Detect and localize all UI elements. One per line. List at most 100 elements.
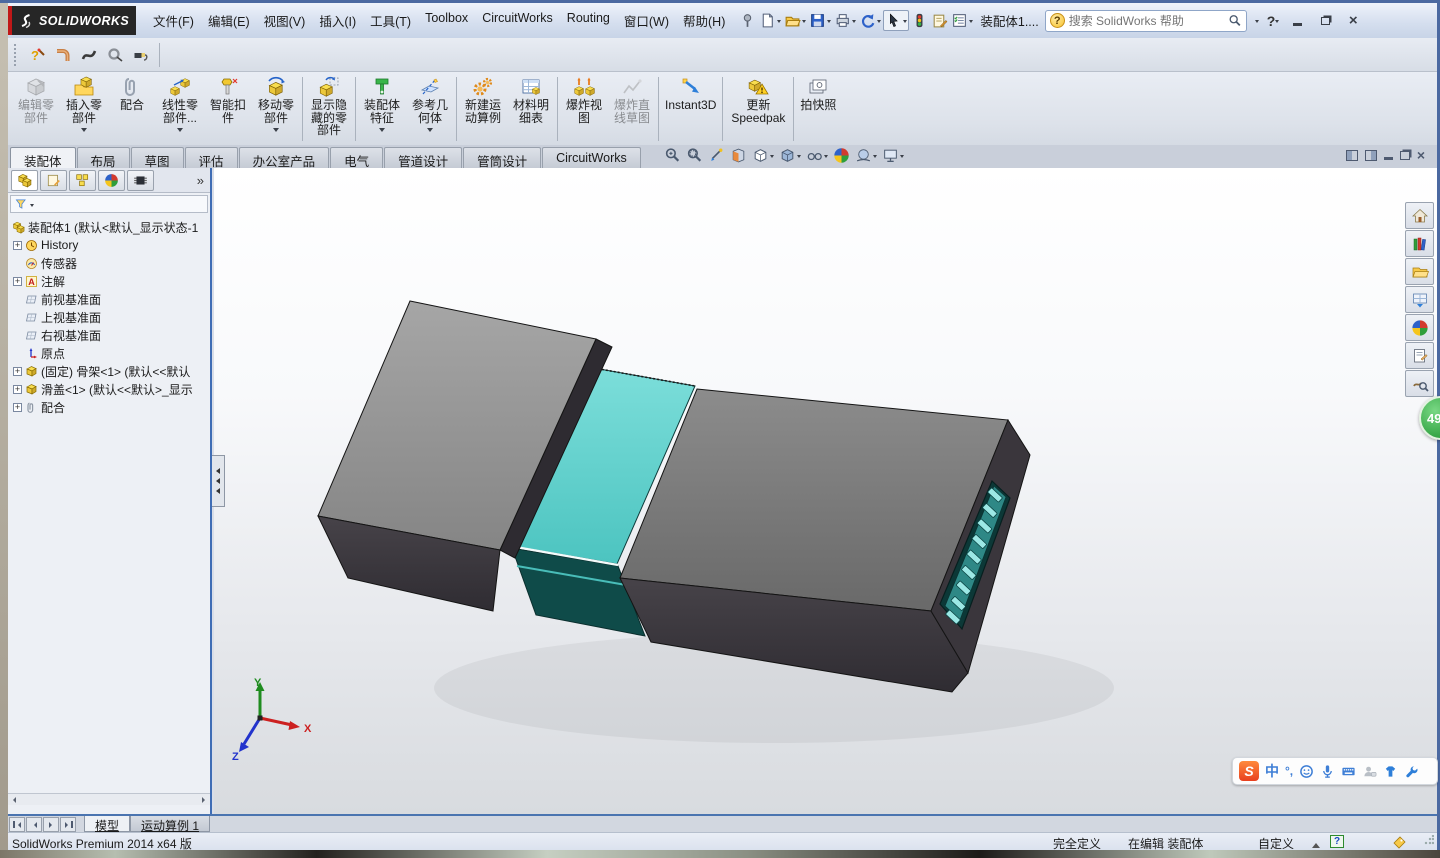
ribbon-button-explode-line-sketch[interactable]: 爆炸直线草图 [608, 74, 656, 144]
menu-view[interactable]: 视图(V) [257, 7, 313, 34]
pipe-route-icon[interactable] [50, 42, 76, 68]
ime-skin-icon[interactable] [1383, 764, 1398, 779]
dropdown-icon[interactable] [379, 128, 385, 135]
menu-file[interactable]: 文件(F) [146, 7, 201, 34]
hide-show-items-icon[interactable] [806, 147, 828, 164]
menu-window[interactable]: 窗口(W) [617, 7, 676, 34]
apply-scene-icon[interactable] [855, 147, 877, 164]
flexible-tube-icon[interactable] [76, 42, 102, 68]
view-orientation-icon[interactable] [752, 147, 774, 164]
close-button[interactable]: × [1343, 13, 1363, 29]
search-input[interactable] [1068, 13, 1224, 28]
tree-item-annotations[interactable]: + 注解 [8, 272, 210, 290]
tab-evaluate[interactable]: 评估 [184, 147, 238, 169]
view-palette-icon[interactable] [1405, 286, 1434, 313]
panel-overflow-chevron[interactable]: » [197, 173, 207, 188]
expand-icon[interactable]: + [13, 240, 22, 250]
dropdown-icon[interactable] [273, 128, 279, 135]
print-button[interactable] [833, 11, 857, 30]
ribbon-button-edit-component[interactable]: 编辑零部件 [12, 74, 60, 144]
search-icon[interactable] [1228, 14, 1242, 28]
tree-item-origin[interactable]: 原点 [8, 344, 210, 362]
tree-item-slider-part[interactable]: + 滑盖<1> (默认<<默认>_显示 [8, 380, 210, 398]
panel-horizontal-scrollbar[interactable] [8, 793, 210, 805]
expand-icon[interactable]: + [13, 276, 22, 286]
tab-electrical[interactable]: 电气 [330, 147, 384, 169]
menu-insert[interactable]: 插入(I) [312, 7, 363, 34]
last-study-button[interactable] [60, 817, 76, 832]
circuitworks-tab[interactable] [127, 169, 154, 191]
restore-button[interactable] [1315, 13, 1335, 29]
dropdown-icon[interactable] [900, 155, 904, 160]
new-document-button[interactable] [758, 11, 782, 30]
tab-piping[interactable]: 管道设计 [384, 147, 463, 169]
display-manager-tab[interactable] [98, 169, 125, 191]
ribbon-button-reference-geometry[interactable]: 参考几何体 [406, 74, 454, 144]
tree-item-front-plane[interactable]: 前视基准面 [8, 290, 210, 308]
pin-menu-icon[interactable] [738, 11, 757, 30]
units-dropdown-icon[interactable] [1312, 839, 1320, 848]
quick-tips-icon[interactable]: ? [1330, 835, 1344, 848]
tree-item-right-plane[interactable]: 右视基准面 [8, 326, 210, 344]
filter-dropdown-icon[interactable] [30, 203, 34, 209]
section-view-icon[interactable] [730, 147, 747, 164]
menu-help[interactable]: 帮助(H) [676, 7, 732, 34]
ribbon-button-new-motion-study[interactable]: 新建运动算例 [459, 74, 507, 144]
doc-restore-icon[interactable] [1399, 150, 1410, 160]
minimize-button[interactable] [1287, 13, 1307, 29]
tree-item-sensors[interactable]: 传感器 [8, 254, 210, 272]
usb-assembly-model[interactable] [214, 168, 1437, 814]
tree-item-assembly-root[interactable]: 装配体1 (默认<默认_显示状态-1 [8, 218, 210, 236]
file-properties-icon[interactable] [930, 11, 949, 30]
tree-item-skeleton-part[interactable]: + (固定) 骨架<1> (默认<<默认 [8, 362, 210, 380]
open-button[interactable] [783, 11, 807, 30]
custom-properties-icon[interactable] [1405, 342, 1434, 369]
dropdown-icon[interactable] [824, 155, 828, 160]
expand-icon[interactable]: + [13, 384, 22, 394]
home-icon[interactable] [1405, 202, 1434, 229]
ribbon-button-linear-pattern[interactable]: 线性零部件... [156, 74, 204, 144]
design-library-icon[interactable] [1405, 230, 1434, 257]
dropdown-icon[interactable] [770, 155, 774, 160]
help-menu[interactable]: ? [1267, 13, 1280, 29]
ime-voice-icon[interactable] [1320, 764, 1335, 779]
configuration-manager-tab[interactable] [69, 169, 96, 191]
view-settings-icon[interactable] [882, 147, 904, 164]
ribbon-button-update-speedpak[interactable]: 更新 Speedpak [725, 74, 791, 144]
previous-study-button[interactable] [26, 817, 42, 832]
tab-assembly[interactable]: 装配体 [10, 147, 76, 169]
ime-keyboard-icon[interactable] [1341, 764, 1356, 779]
dropdown-icon[interactable] [81, 128, 87, 135]
ime-punctuation-icon[interactable]: °, [1285, 764, 1293, 778]
ribbon-button-bill-of-materials[interactable]: 材料明细表 [507, 74, 555, 144]
tab-circuitworks[interactable]: CircuitWorks [542, 147, 641, 168]
tree-filter[interactable] [10, 195, 208, 213]
tab-layout[interactable]: 布局 [76, 147, 130, 169]
ime-language-mode[interactable]: 中 [1265, 761, 1279, 781]
tab-sketch[interactable]: 草图 [130, 147, 184, 169]
expand-icon[interactable]: + [13, 366, 22, 376]
dropdown-icon[interactable] [427, 128, 433, 135]
graphics-viewport[interactable]: Y X Z [214, 168, 1437, 814]
menu-routing[interactable]: Routing [560, 7, 617, 34]
dropdown-icon[interactable] [873, 155, 877, 160]
file-explorer-icon[interactable] [1405, 258, 1434, 285]
tab-office-products[interactable]: 办公室产品 [238, 147, 330, 169]
ribbon-button-show-hidden-components[interactable]: 显示隐藏的零部件 [305, 74, 353, 144]
menu-toolbox[interactable]: Toolbox [418, 7, 475, 34]
ime-account-icon[interactable] [1362, 764, 1377, 779]
tree-item-top-plane[interactable]: 上视基准面 [8, 308, 210, 326]
options-list-icon[interactable] [950, 11, 974, 30]
select-tool-button[interactable] [883, 10, 910, 31]
ime-toolbox-icon[interactable] [1404, 764, 1419, 779]
first-study-button[interactable] [9, 817, 25, 832]
ime-logo[interactable]: S [1239, 761, 1259, 781]
ime-emoji-icon[interactable] [1299, 764, 1314, 779]
menu-edit[interactable]: 编辑(E) [201, 7, 257, 34]
doc-close-icon[interactable]: × [1417, 148, 1425, 162]
save-button[interactable] [808, 11, 832, 30]
tree-item-history[interactable]: + History [8, 236, 210, 254]
ribbon-button-assembly-features[interactable]: 装配体特征 [358, 74, 406, 144]
expand-icon[interactable]: + [13, 402, 22, 412]
edit-appearance-icon[interactable] [833, 147, 850, 164]
